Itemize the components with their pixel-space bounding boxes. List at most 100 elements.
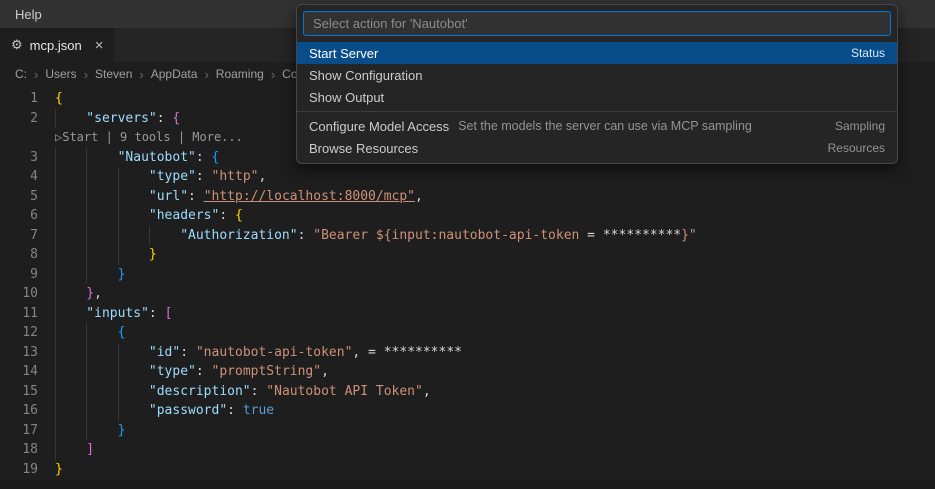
code-token: : — [195, 364, 212, 379]
indent-guide — [55, 148, 86, 168]
tab-mcp-json[interactable]: ⚙ mcp.json × — [0, 28, 116, 62]
breadcrumb-item[interactable]: Roaming — [216, 67, 264, 81]
code-token: : — [156, 110, 173, 126]
indent-guide — [55, 304, 86, 324]
code-token: { — [211, 149, 220, 165]
window-bottom-edge — [0, 480, 935, 489]
code-line: "id": "nautobot-api-token", = ********** — [38, 343, 462, 363]
indent-guide — [86, 206, 117, 226]
code-token: true — [242, 403, 275, 418]
code-token: , — [94, 286, 102, 301]
json-file-icon: ⚙ — [11, 37, 23, 52]
codelens-actions[interactable]: ▷Start | 9 tools | More... — [38, 128, 243, 148]
tab-close-icon[interactable]: × — [95, 38, 104, 53]
line-number: 9 — [30, 266, 38, 282]
indent-guide — [118, 343, 149, 363]
breadcrumb-item[interactable]: Users — [45, 67, 76, 81]
indent-guide — [55, 323, 86, 343]
item-label: Show Output — [309, 89, 385, 105]
indent-guide — [86, 323, 117, 343]
quick-pick-item-browse-resources[interactable]: Browse Resources Resources — [297, 137, 897, 159]
indent-guide — [86, 226, 117, 246]
indent-guide — [55, 167, 86, 187]
quick-pick-list: Start Server Status Show Configuration Show… — [297, 42, 897, 159]
line-number: 7 — [30, 227, 38, 243]
item-label: Show Configuration — [309, 67, 423, 83]
indent-guide — [55, 187, 86, 207]
line-number — [0, 128, 38, 148]
item-label: Browse Resources — [309, 140, 419, 156]
code-token: } — [117, 422, 126, 438]
code-line: } — [38, 421, 126, 441]
quick-pick: Start Server Status Show Configuration Show… — [296, 4, 898, 164]
breadcrumb-item[interactable]: AppData — [151, 67, 198, 81]
code-token: { — [235, 208, 243, 223]
code-line: "type": "http", — [38, 167, 266, 187]
code-line: "description": "Nautobot API Token", — [38, 382, 431, 402]
indent-guide — [86, 362, 117, 382]
breadcrumb-chevron-icon: › — [83, 66, 89, 82]
code-token: : — [195, 169, 212, 184]
indent-guide — [86, 382, 117, 402]
item-label: Start Server — [309, 45, 379, 61]
code-token: , — [415, 188, 423, 204]
code-line: "servers": { — [38, 109, 180, 129]
code-token: , — [422, 383, 431, 399]
code-token: } — [55, 461, 63, 477]
breadcrumb-chevron-icon: › — [204, 66, 209, 82]
quick-pick-item-show-configuration[interactable]: Show Configuration — [297, 64, 897, 86]
indent-guide — [86, 187, 117, 207]
code-line: { — [38, 89, 63, 109]
quick-pick-input[interactable] — [304, 16, 890, 31]
code-token: ] — [86, 442, 95, 457]
item-category: Resources — [827, 141, 885, 155]
quick-pick-item-show-output[interactable]: Show Output — [297, 86, 897, 108]
indent-guide — [86, 245, 117, 265]
line-number: 13 — [22, 344, 38, 360]
quick-pick-item-configure-model-access[interactable]: Configure Model Access Set the models the… — [297, 115, 897, 137]
code-token: "type" — [148, 364, 196, 379]
code-token: "password" — [148, 403, 228, 418]
code-line: "Authorization": "Bearer ${input:nautobo… — [38, 226, 697, 246]
item-category: Sampling — [834, 119, 885, 133]
code-token: "type" — [148, 169, 196, 184]
indent-guide — [149, 226, 180, 246]
indent-guide — [86, 148, 117, 168]
code-token: : — [180, 344, 196, 360]
indent-guide — [55, 382, 86, 402]
code-line: "headers": { — [38, 206, 243, 226]
code-token: } — [86, 286, 95, 301]
code-token: : — [188, 188, 204, 204]
indent-guide — [86, 421, 117, 441]
code-token: { — [172, 110, 181, 126]
indent-guide — [118, 382, 149, 402]
code-token: "http://localhost:8000/mcp" — [203, 188, 416, 204]
code-token: "inputs" — [86, 305, 149, 321]
indent-guide — [55, 265, 86, 285]
line-number: 6 — [30, 208, 38, 223]
indent-guide — [55, 245, 86, 265]
menu-help[interactable]: Help — [9, 5, 48, 24]
code-token: "http" — [211, 169, 259, 184]
indent-guide — [55, 421, 86, 441]
code-token: "promptString" — [211, 364, 322, 379]
item-label: Configure Model Access — [309, 118, 450, 134]
quick-pick-input-box — [303, 11, 891, 36]
breadcrumb-item[interactable]: Steven — [95, 67, 132, 81]
indent-guide — [118, 187, 149, 207]
code-token: } — [117, 266, 126, 282]
line-number: 11 — [22, 305, 38, 321]
code-token: : — [195, 149, 212, 165]
code-token: = ********** — [360, 344, 462, 360]
indent-guide — [86, 167, 117, 187]
breadcrumb-item[interactable]: C: — [15, 67, 27, 81]
line-number: 2 — [30, 110, 38, 126]
code-token: [ — [164, 305, 173, 321]
quick-pick-item-start-server[interactable]: Start Server Status — [297, 42, 897, 64]
line-number: 8 — [30, 247, 38, 262]
line-number: 14 — [22, 364, 38, 379]
code-token: : — [227, 403, 243, 418]
code-token: } — [148, 247, 157, 262]
indent-guide — [55, 440, 86, 460]
code-token: { — [55, 91, 63, 106]
